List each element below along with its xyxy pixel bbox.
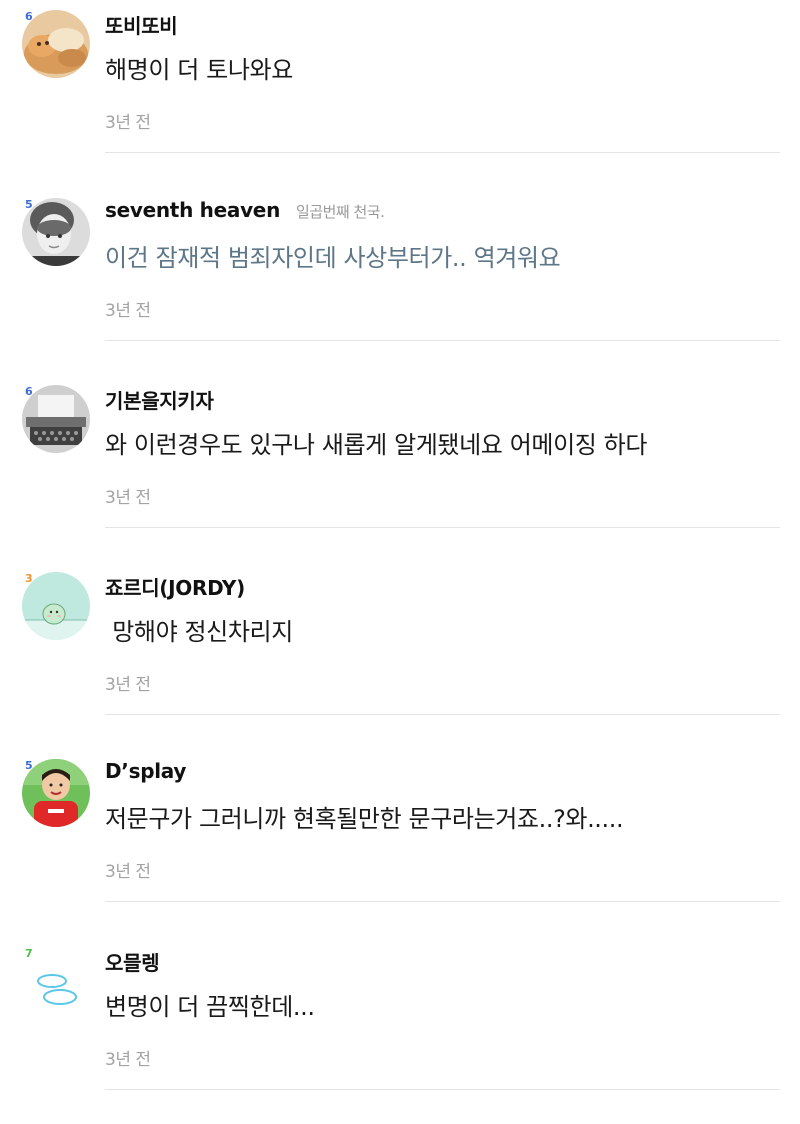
divider: [105, 340, 780, 341]
level-badge: 5: [25, 198, 33, 211]
avatar[interactable]: 7: [20, 947, 92, 1019]
avatar[interactable]: 6: [20, 10, 92, 82]
comment-text: 변명이 더 끔찍한데...: [105, 993, 315, 1021]
timestamp: 3년 전: [105, 488, 151, 508]
nickname-row: 죠르디(JORDY): [105, 572, 245, 601]
level-badge: 5: [25, 759, 33, 772]
comment-text: 이건 잠재적 범죄자인데 사상부터가.. 역겨워요: [105, 244, 561, 272]
divider: [105, 714, 780, 715]
level-badge: 6: [25, 10, 33, 23]
avatar[interactable]: 5: [20, 759, 92, 831]
nickname[interactable]: 기본을지키자: [105, 385, 214, 414]
comment-item: 6 기본을지키자 와 이런경우도 있구나 새롭게 알게됐네요 어메이징 하다 3…: [0, 375, 800, 562]
avatar[interactable]: 6: [20, 385, 92, 457]
nickname-row: 오믈렝: [105, 947, 160, 976]
comment-item: 7 오믈렝 변명이 더 끔찍한데... 3년 전: [0, 937, 800, 1124]
avatar[interactable]: 3: [20, 572, 92, 644]
divider: [105, 901, 780, 902]
avatar[interactable]: 5: [20, 198, 92, 270]
nickname[interactable]: seventh heaven: [105, 198, 280, 222]
nickname[interactable]: D’splay: [105, 759, 186, 783]
timestamp: 3년 전: [105, 675, 151, 695]
nickname[interactable]: 오믈렝: [105, 947, 160, 976]
timestamp: 3년 전: [105, 1050, 151, 1070]
timestamp: 3년 전: [105, 113, 151, 133]
comment-text: 망해야 정신차리지: [105, 618, 293, 646]
nickname[interactable]: 죠르디(JORDY): [105, 572, 245, 601]
level-badge: 7: [25, 947, 33, 960]
comment-text: 와 이런경우도 있구나 새롭게 알게됐네요 어메이징 하다: [105, 431, 648, 459]
divider: [105, 527, 780, 528]
comment-item: 5 D’splay 저문구가 그러니까 현혹될만한 문구라는거죠..?와....…: [0, 749, 800, 936]
nickname[interactable]: 또비또비: [105, 10, 178, 39]
nickname-row: seventh heaven 일곱번째 천국.: [105, 198, 385, 224]
divider: [105, 1089, 780, 1090]
divider: [105, 152, 780, 153]
comment-item: 6 또비또비 해명이 더 토나와요 3년 전: [0, 0, 800, 187]
comment-text: 해명이 더 토나와요: [105, 56, 293, 84]
nickname-row: D’splay: [105, 759, 186, 785]
status-message: 일곱번째 천국.: [296, 203, 385, 221]
nickname-row: 기본을지키자: [105, 385, 214, 414]
comment-item: 5 seventh heaven 일곱번째 천국. 이건 잠재적 범죄자인데 사…: [0, 188, 800, 375]
level-badge: 3: [25, 572, 33, 585]
comment-text: 저문구가 그러니까 현혹될만한 문구라는거죠..?와.....: [105, 805, 624, 833]
level-badge: 6: [25, 385, 33, 398]
nickname-row: 또비또비: [105, 10, 178, 39]
timestamp: 3년 전: [105, 301, 151, 321]
comment-item: 3 죠르디(JORDY) 망해야 정신차리지 3년 전: [0, 562, 800, 749]
timestamp: 3년 전: [105, 862, 151, 882]
